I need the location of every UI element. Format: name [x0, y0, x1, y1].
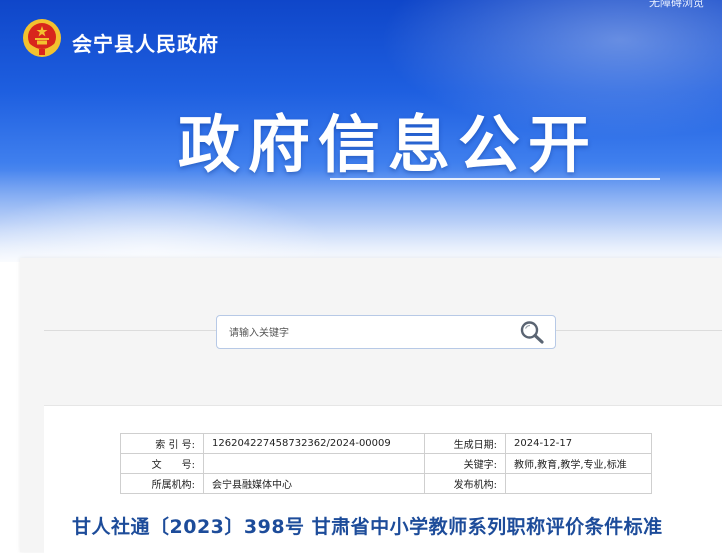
index-label: 索 引 号: — [120, 433, 204, 454]
national-emblem-icon — [23, 19, 61, 57]
banner-title-underline — [330, 178, 660, 180]
search-box — [216, 315, 556, 349]
article-content: 索 引 号: 126204227458732362/2024-00009 生成日… — [44, 405, 722, 553]
org-value: 会宁县融媒体中心 — [203, 473, 425, 494]
accessibility-link[interactable]: 无障碍浏览 — [649, 0, 704, 10]
index-value: 126204227458732362/2024-00009 — [203, 433, 425, 454]
table-row: 文 号: 关键字: 教师,教育,教学,专业,标准 — [120, 453, 652, 474]
publisher-label: 发布机构: — [424, 473, 506, 494]
keywords-label: 关键字: — [424, 453, 506, 474]
keywords-value: 教师,教育,教学,专业,标准 — [505, 453, 652, 474]
org-label: 所属机构: — [120, 473, 204, 494]
date-label: 生成日期: — [424, 433, 506, 454]
docno-label: 文 号: — [120, 453, 204, 474]
site-name[interactable]: 会宁县人民政府 — [72, 28, 219, 57]
date-value: 2024-12-17 — [505, 433, 652, 454]
main-panel: 索 引 号: 126204227458732362/2024-00009 生成日… — [20, 258, 722, 553]
document-title: 甘人社通〔2023〕398号 甘肃省中小学教师系列职称评价条件标准 — [72, 516, 663, 538]
table-row: 所属机构: 会宁县融媒体中心 发布机构: — [120, 473, 652, 494]
docno-value — [203, 453, 425, 474]
banner-title: 政府信息公开 — [178, 108, 599, 181]
search-icon[interactable] — [519, 320, 545, 344]
table-row: 索 引 号: 126204227458732362/2024-00009 生成日… — [120, 433, 652, 454]
search-input[interactable] — [227, 322, 511, 344]
header-banner: 无障碍浏览 会宁县人民政府 政府信息公开 — [0, 0, 722, 262]
document-metadata-table: 索 引 号: 126204227458732362/2024-00009 生成日… — [120, 433, 652, 494]
publisher-value — [505, 473, 652, 494]
